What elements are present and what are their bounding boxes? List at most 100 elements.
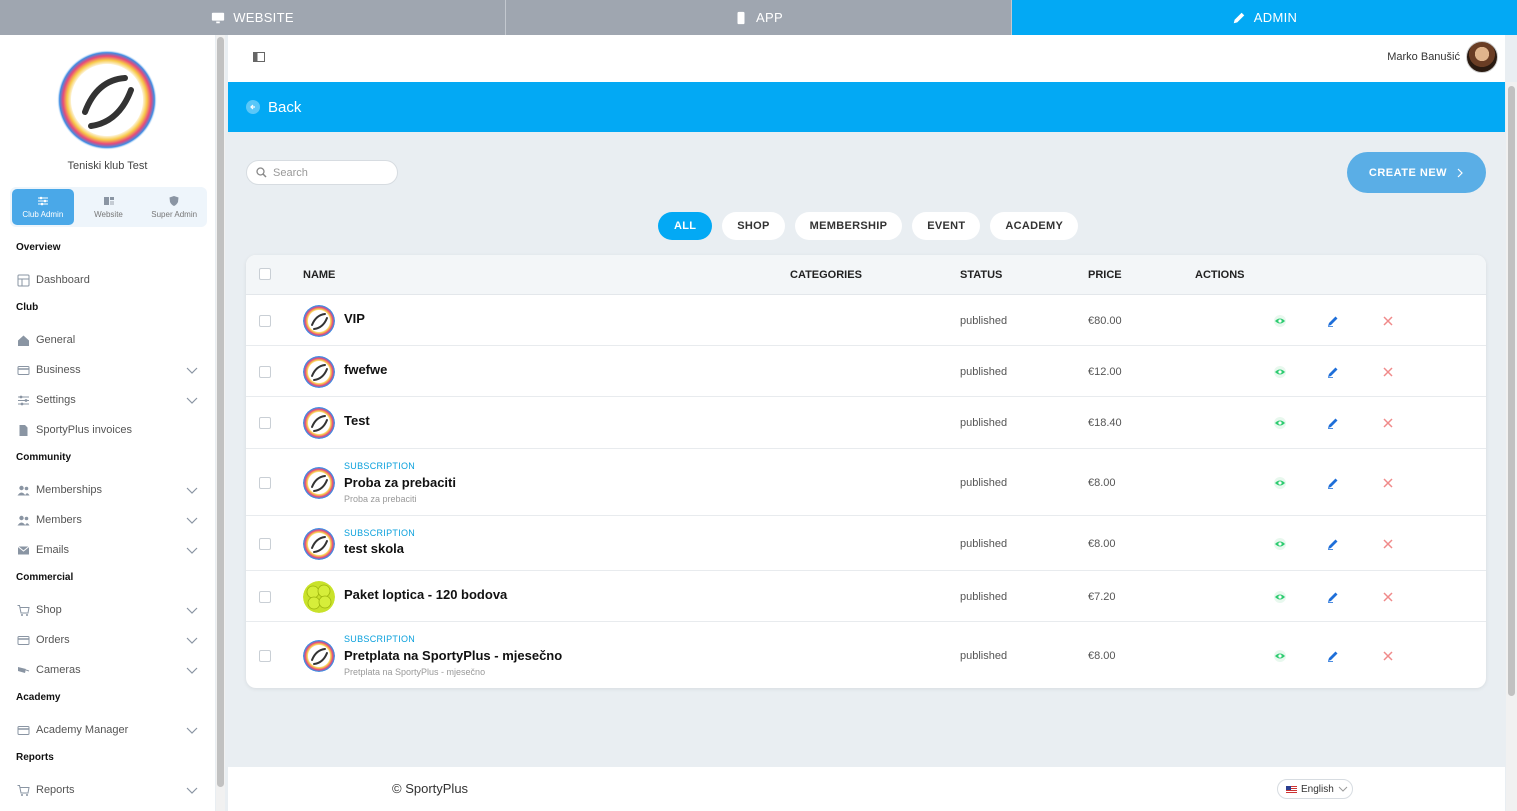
view-icon[interactable] — [1273, 314, 1287, 328]
language-select[interactable]: English — [1277, 779, 1353, 799]
filter-academy[interactable]: ACADEMY — [990, 212, 1079, 240]
select-all-checkbox[interactable] — [259, 268, 271, 280]
tab-website[interactable]: WEBSITE — [0, 0, 506, 35]
sidebar-item-memberships[interactable]: Memberships — [0, 475, 215, 505]
chevron-down-icon[interactable] — [185, 513, 199, 527]
edit-icon[interactable] — [1326, 365, 1340, 379]
tab-app-label: APP — [756, 10, 783, 25]
sidebar-item-sportyplus-invoices[interactable]: SportyPlus invoices — [0, 415, 215, 445]
back-label: Back — [268, 98, 302, 116]
view-icon[interactable] — [1273, 537, 1287, 551]
table-row[interactable]: SUBSCRIPTION Proba za prebaciti Proba za p… — [246, 449, 1486, 516]
sidebar-item-shop[interactable]: Shop — [0, 595, 215, 625]
delete-icon[interactable] — [1381, 365, 1395, 379]
view-icon[interactable] — [1273, 590, 1287, 604]
view-icon[interactable] — [1273, 649, 1287, 663]
card-icon — [17, 365, 30, 375]
page-scrollbar[interactable] — [1506, 82, 1517, 811]
row-checkbox[interactable] — [259, 365, 271, 378]
sidebar-scrollbar-thumb[interactable] — [217, 37, 224, 787]
product-name[interactable]: Pretplata na SportyPlus - mjesečno — [344, 648, 562, 663]
filter-event[interactable]: EVENT — [912, 212, 981, 240]
row-checkbox[interactable] — [259, 649, 271, 662]
view-icon[interactable] — [1273, 416, 1287, 430]
chevron-down-icon[interactable] — [185, 483, 199, 497]
column-name[interactable]: NAME — [303, 269, 335, 281]
column-categories[interactable]: CATEGORIES — [790, 269, 862, 281]
delete-icon[interactable] — [1381, 416, 1395, 430]
search-input[interactable] — [273, 166, 383, 179]
sidebar-item-dashboard[interactable]: Dashboard — [0, 265, 215, 295]
edit-icon[interactable] — [1326, 416, 1340, 430]
column-status[interactable]: STATUS — [960, 269, 1002, 281]
chevron-down-icon[interactable] — [185, 393, 199, 407]
product-name[interactable]: Test — [344, 413, 370, 428]
sidebar-item-academy-manager[interactable]: Academy Manager — [0, 715, 215, 745]
chevron-down-icon[interactable] — [185, 543, 199, 557]
table-row[interactable]: SUBSCRIPTION Pretplata na SportyPlus - mj… — [246, 622, 1486, 688]
chevron-down-icon[interactable] — [185, 633, 199, 647]
column-price[interactable]: PRICE — [1088, 269, 1122, 281]
sidebar-item-orders[interactable]: Orders — [0, 625, 215, 655]
chevron-down-icon[interactable] — [185, 663, 199, 677]
sidebar-toggle-icon[interactable] — [253, 52, 265, 62]
table-row[interactable]: fwefwe published €12.00 — [246, 346, 1486, 397]
back-bar[interactable]: Back — [228, 82, 1505, 132]
edit-icon[interactable] — [1326, 314, 1340, 328]
search-box[interactable] — [246, 160, 398, 185]
sidebar-item-general[interactable]: General — [0, 325, 215, 355]
chevron-down-icon[interactable] — [185, 363, 199, 377]
delete-icon[interactable] — [1381, 476, 1395, 490]
row-checkbox[interactable] — [259, 417, 271, 429]
filter-all[interactable]: ALL — [658, 212, 713, 240]
edit-icon[interactable] — [1326, 537, 1340, 551]
product-name[interactable]: fwefwe — [344, 362, 387, 377]
row-checkbox[interactable] — [259, 476, 271, 489]
delete-icon[interactable] — [1381, 590, 1395, 604]
copyright: © SportyPlus — [392, 781, 469, 796]
table-row[interactable]: VIP published €80.00 — [246, 295, 1486, 346]
tab-app[interactable]: APP — [506, 0, 1012, 35]
tab-admin-label: ADMIN — [1253, 10, 1298, 25]
delete-icon[interactable] — [1381, 537, 1395, 551]
view-icon[interactable] — [1273, 476, 1287, 490]
sidebar-item-settings[interactable]: Settings — [0, 385, 215, 415]
chevron-down-icon[interactable] — [185, 723, 199, 737]
filter-shop[interactable]: SHOP — [722, 212, 785, 240]
edit-icon[interactable] — [1326, 590, 1340, 604]
edit-icon[interactable] — [1326, 649, 1340, 663]
delete-icon[interactable] — [1381, 314, 1395, 328]
view-icon[interactable] — [1273, 365, 1287, 379]
product-name[interactable]: Paket loptica - 120 bodova — [344, 587, 507, 602]
sidebar-item-cameras[interactable]: Cameras — [0, 655, 215, 685]
role-website[interactable]: Website — [78, 189, 140, 225]
create-new-label: CREATE NEW — [1368, 166, 1448, 179]
product-name[interactable]: test skola — [344, 541, 404, 556]
page-scrollbar-thumb[interactable] — [1508, 86, 1515, 696]
table-row[interactable]: SUBSCRIPTION test skola published €8.00 — [246, 516, 1486, 571]
chevron-down-icon[interactable] — [185, 783, 199, 797]
row-checkbox[interactable] — [259, 314, 271, 327]
create-new-button[interactable]: CREATE NEW — [1347, 152, 1486, 193]
role-super-admin[interactable]: Super Admin — [143, 189, 205, 225]
sidebar-scrollbar[interactable] — [216, 35, 225, 811]
role-club-admin[interactable]: Club Admin — [12, 189, 74, 225]
sidebar-item-label: Cameras — [36, 664, 81, 676]
product-name[interactable]: Proba za prebaciti — [344, 475, 456, 490]
user-name[interactable]: Marko Banušić — [1387, 51, 1460, 63]
product-name[interactable]: VIP — [344, 311, 365, 326]
chevron-down-icon[interactable] — [185, 603, 199, 617]
sidebar-item-business[interactable]: Business — [0, 355, 215, 385]
sidebar-item-emails[interactable]: Emails — [0, 535, 215, 565]
avatar[interactable] — [1466, 41, 1498, 73]
table-row[interactable]: Paket loptica - 120 bodova published €7.20 — [246, 571, 1486, 622]
delete-icon[interactable] — [1381, 649, 1395, 663]
table-row[interactable]: Test published €18.40 — [246, 397, 1486, 449]
edit-icon[interactable] — [1326, 476, 1340, 490]
row-checkbox[interactable] — [259, 537, 271, 550]
sidebar-item-reports[interactable]: Reports — [0, 775, 215, 805]
filter-membership[interactable]: MEMBERSHIP — [794, 212, 903, 240]
row-checkbox[interactable] — [259, 590, 271, 603]
sidebar-item-members[interactable]: Members — [0, 505, 215, 535]
tab-admin[interactable]: ADMIN — [1012, 0, 1517, 35]
